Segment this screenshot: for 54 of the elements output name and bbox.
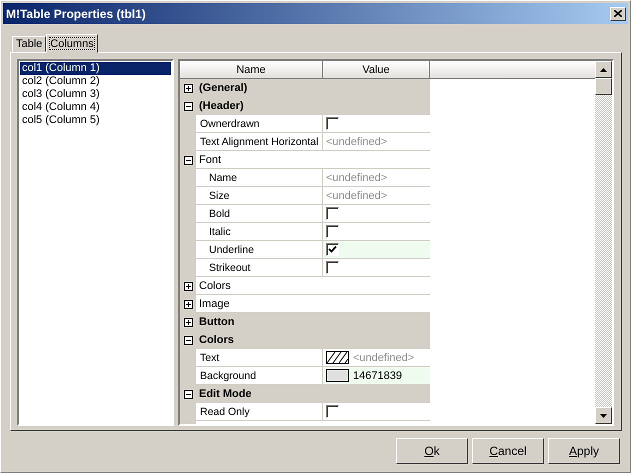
checkbox[interactable]: [326, 117, 339, 130]
checkbox[interactable]: [326, 261, 339, 274]
expander-icon[interactable]: [184, 318, 192, 326]
column-list-item[interactable]: col2 (Column 2): [20, 75, 171, 88]
expander-icon[interactable]: [184, 390, 192, 398]
expander-icon[interactable]: [184, 336, 192, 344]
property-value-cell[interactable]: 14671839: [323, 367, 430, 385]
scroll-up-button[interactable]: [595, 61, 612, 78]
column-list-item[interactable]: col4 (Column 4): [20, 101, 171, 114]
tab[interactable]: Columns: [46, 34, 98, 53]
expander-icon[interactable]: [184, 102, 192, 110]
property-value: <undefined>: [353, 352, 414, 364]
expander-icon[interactable]: [184, 300, 192, 308]
property-value-cell[interactable]: [323, 115, 430, 133]
column-header[interactable]: Value: [323, 61, 430, 79]
dialog-button[interactable]: Apply: [548, 438, 620, 464]
checkbox[interactable]: [326, 405, 339, 418]
hatched-swatch-icon: [326, 351, 349, 364]
category-label: (Header): [196, 97, 430, 115]
category-label: Colors: [196, 331, 430, 349]
column-list-item[interactable]: col1 (Column 1): [20, 62, 171, 75]
property-value: 14671839: [353, 370, 402, 382]
expander-icon[interactable]: [184, 156, 192, 164]
property-value-cell[interactable]: [323, 223, 430, 241]
column-header[interactable]: Name: [180, 61, 323, 79]
property-value-cell[interactable]: [323, 205, 430, 223]
group-label: Colors: [196, 277, 430, 295]
expander-icon[interactable]: [184, 84, 192, 92]
property-value: <undefined>: [326, 172, 388, 184]
property-value-cell[interactable]: [323, 241, 430, 259]
down-arrow-icon: [600, 414, 607, 418]
property-value: <undefined>: [326, 190, 388, 202]
dialog-button[interactable]: Cancel: [472, 438, 544, 464]
tab[interactable]: Table: [12, 36, 46, 52]
close-icon: [614, 10, 622, 17]
property-value: <undefined>: [326, 136, 388, 148]
window-title: M!Table Properties (tbl1): [6, 6, 146, 20]
scroll-down-button[interactable]: [595, 407, 612, 424]
property-value-cell[interactable]: [323, 259, 430, 277]
property-value-cell[interactable]: [323, 403, 430, 421]
category-label: Button: [196, 313, 430, 331]
checkbox[interactable]: [326, 243, 339, 256]
category-label: (General): [196, 79, 430, 97]
scroll-thumb[interactable]: [595, 78, 612, 95]
checkbox[interactable]: [326, 225, 339, 238]
expander-icon[interactable]: [184, 282, 192, 290]
dialog-button[interactable]: Ok: [396, 438, 468, 464]
category-label: Edit Mode: [196, 385, 430, 403]
column-list-item[interactable]: col5 (Column 5): [20, 114, 171, 127]
vertical-scrollbar[interactable]: [595, 61, 612, 424]
up-arrow-icon: [600, 68, 607, 72]
checkbox[interactable]: [326, 207, 339, 220]
column-list-item[interactable]: col3 (Column 3): [20, 88, 171, 101]
close-button[interactable]: [610, 6, 626, 20]
